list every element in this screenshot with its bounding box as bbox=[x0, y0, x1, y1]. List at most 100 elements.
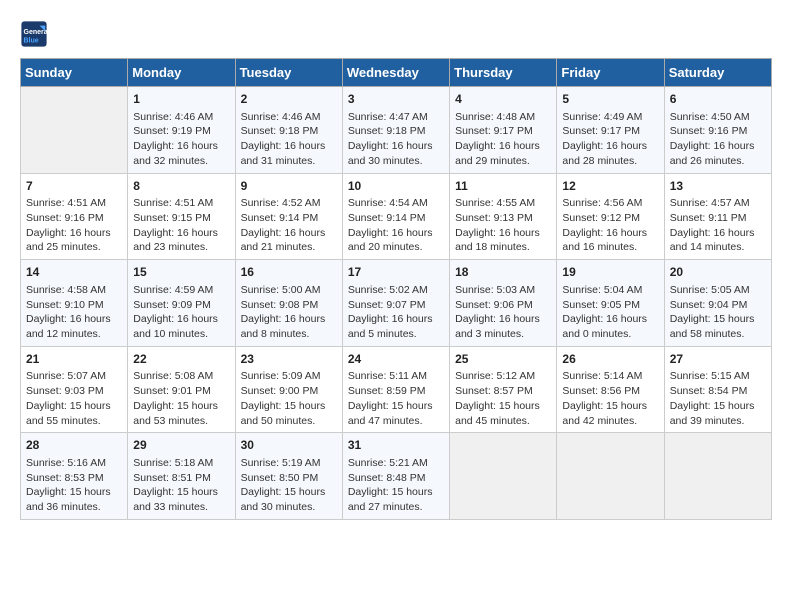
cell-line: and 5 minutes. bbox=[348, 327, 444, 342]
cell-line: Sunrise: 4:59 AM bbox=[133, 283, 229, 298]
cell-line: and 39 minutes. bbox=[670, 414, 766, 429]
day-number: 24 bbox=[348, 351, 444, 368]
cell-line: Sunrise: 4:54 AM bbox=[348, 196, 444, 211]
cell-line: and 32 minutes. bbox=[133, 154, 229, 169]
day-number: 31 bbox=[348, 437, 444, 454]
cell-line: Sunrise: 5:02 AM bbox=[348, 283, 444, 298]
cell-line: and 29 minutes. bbox=[455, 154, 551, 169]
cell-line: Sunset: 9:09 PM bbox=[133, 298, 229, 313]
cell-line: Sunset: 9:04 PM bbox=[670, 298, 766, 313]
cell-line: and 10 minutes. bbox=[133, 327, 229, 342]
cell-line: Daylight: 16 hours bbox=[455, 226, 551, 241]
cell-line: and 36 minutes. bbox=[26, 500, 122, 515]
day-number: 16 bbox=[241, 264, 337, 281]
calendar-table: SundayMondayTuesdayWednesdayThursdayFrid… bbox=[20, 58, 772, 520]
cell-line: Sunrise: 5:12 AM bbox=[455, 369, 551, 384]
calendar-cell: 20Sunrise: 5:05 AMSunset: 9:04 PMDayligh… bbox=[664, 260, 771, 347]
cell-line: and 58 minutes. bbox=[670, 327, 766, 342]
calendar-cell: 31Sunrise: 5:21 AMSunset: 8:48 PMDayligh… bbox=[342, 433, 449, 520]
cell-line: Sunset: 9:07 PM bbox=[348, 298, 444, 313]
cell-line: Sunset: 9:18 PM bbox=[241, 124, 337, 139]
cell-line: Sunrise: 5:18 AM bbox=[133, 456, 229, 471]
cell-line: Sunset: 9:08 PM bbox=[241, 298, 337, 313]
cell-line: Daylight: 15 hours bbox=[670, 312, 766, 327]
cell-line: and 18 minutes. bbox=[455, 240, 551, 255]
cell-line: and 45 minutes. bbox=[455, 414, 551, 429]
cell-line: Sunrise: 4:51 AM bbox=[133, 196, 229, 211]
calendar-cell bbox=[450, 433, 557, 520]
cell-line: and 12 minutes. bbox=[26, 327, 122, 342]
calendar-cell: 26Sunrise: 5:14 AMSunset: 8:56 PMDayligh… bbox=[557, 346, 664, 433]
day-number: 17 bbox=[348, 264, 444, 281]
calendar-cell: 19Sunrise: 5:04 AMSunset: 9:05 PMDayligh… bbox=[557, 260, 664, 347]
cell-line: Daylight: 16 hours bbox=[133, 139, 229, 154]
cell-line: Daylight: 15 hours bbox=[26, 399, 122, 414]
day-number: 3 bbox=[348, 91, 444, 108]
cell-line: and 33 minutes. bbox=[133, 500, 229, 515]
calendar-cell bbox=[557, 433, 664, 520]
cell-line: Daylight: 15 hours bbox=[241, 485, 337, 500]
cell-line: Sunrise: 5:16 AM bbox=[26, 456, 122, 471]
week-row-3: 14Sunrise: 4:58 AMSunset: 9:10 PMDayligh… bbox=[21, 260, 772, 347]
logo-icon: General Blue bbox=[20, 20, 48, 48]
day-number: 21 bbox=[26, 351, 122, 368]
day-number: 27 bbox=[670, 351, 766, 368]
cell-line: and 8 minutes. bbox=[241, 327, 337, 342]
cell-line: and 16 minutes. bbox=[562, 240, 658, 255]
cell-line: Daylight: 16 hours bbox=[562, 139, 658, 154]
calendar-cell: 2 Sunrise: 4:46 AMSunset: 9:18 PMDaylight… bbox=[235, 87, 342, 174]
cell-line: Sunrise: 4:46 AM bbox=[241, 110, 337, 125]
day-number: 29 bbox=[133, 437, 229, 454]
cell-line: Sunrise: 5:08 AM bbox=[133, 369, 229, 384]
week-row-2: 7Sunrise: 4:51 AMSunset: 9:16 PMDaylight… bbox=[21, 173, 772, 260]
cell-line: and 28 minutes. bbox=[562, 154, 658, 169]
calendar-cell: 14Sunrise: 4:58 AMSunset: 9:10 PMDayligh… bbox=[21, 260, 128, 347]
cell-line: and 21 minutes. bbox=[241, 240, 337, 255]
cell-line: Sunset: 9:16 PM bbox=[670, 124, 766, 139]
calendar-cell: 9Sunrise: 4:52 AMSunset: 9:14 PMDaylight… bbox=[235, 173, 342, 260]
cell-line: Daylight: 16 hours bbox=[670, 226, 766, 241]
cell-line: Sunset: 9:11 PM bbox=[670, 211, 766, 226]
cell-line: Sunset: 8:56 PM bbox=[562, 384, 658, 399]
day-number: 7 bbox=[26, 178, 122, 195]
day-number: 11 bbox=[455, 178, 551, 195]
cell-line: Sunset: 8:59 PM bbox=[348, 384, 444, 399]
day-number: 4 bbox=[455, 91, 551, 108]
day-number: 22 bbox=[133, 351, 229, 368]
calendar-cell: 11Sunrise: 4:55 AMSunset: 9:13 PMDayligh… bbox=[450, 173, 557, 260]
day-number: 10 bbox=[348, 178, 444, 195]
cell-line: Daylight: 16 hours bbox=[562, 226, 658, 241]
week-row-5: 28Sunrise: 5:16 AMSunset: 8:53 PMDayligh… bbox=[21, 433, 772, 520]
cell-line: Sunset: 9:00 PM bbox=[241, 384, 337, 399]
cell-line: Sunset: 9:12 PM bbox=[562, 211, 658, 226]
cell-line: Sunset: 9:03 PM bbox=[26, 384, 122, 399]
day-number: 28 bbox=[26, 437, 122, 454]
calendar-cell: 18Sunrise: 5:03 AMSunset: 9:06 PMDayligh… bbox=[450, 260, 557, 347]
cell-line: Daylight: 16 hours bbox=[241, 139, 337, 154]
calendar-cell: 12Sunrise: 4:56 AMSunset: 9:12 PMDayligh… bbox=[557, 173, 664, 260]
cell-line: Daylight: 16 hours bbox=[133, 226, 229, 241]
cell-line: Daylight: 15 hours bbox=[562, 399, 658, 414]
cell-line: Sunset: 9:18 PM bbox=[348, 124, 444, 139]
calendar-cell: 16Sunrise: 5:00 AMSunset: 9:08 PMDayligh… bbox=[235, 260, 342, 347]
cell-line: Daylight: 15 hours bbox=[26, 485, 122, 500]
cell-line: Sunrise: 5:03 AM bbox=[455, 283, 551, 298]
day-number: 2 bbox=[241, 91, 337, 108]
cell-line: Daylight: 16 hours bbox=[455, 312, 551, 327]
calendar-cell: 27Sunrise: 5:15 AMSunset: 8:54 PMDayligh… bbox=[664, 346, 771, 433]
calendar-cell: 10Sunrise: 4:54 AMSunset: 9:14 PMDayligh… bbox=[342, 173, 449, 260]
calendar-cell: 5Sunrise: 4:49 AMSunset: 9:17 PMDaylight… bbox=[557, 87, 664, 174]
day-number: 14 bbox=[26, 264, 122, 281]
cell-line: and 14 minutes. bbox=[670, 240, 766, 255]
cell-line: Daylight: 16 hours bbox=[26, 226, 122, 241]
day-number: 25 bbox=[455, 351, 551, 368]
page-header: General Blue bbox=[20, 20, 772, 48]
cell-line: and 50 minutes. bbox=[241, 414, 337, 429]
calendar-cell: 17Sunrise: 5:02 AMSunset: 9:07 PMDayligh… bbox=[342, 260, 449, 347]
cell-line: and 27 minutes. bbox=[348, 500, 444, 515]
logo: General Blue bbox=[20, 20, 52, 48]
cell-line: Sunset: 8:53 PM bbox=[26, 471, 122, 486]
cell-line: and 42 minutes. bbox=[562, 414, 658, 429]
cell-line: Sunrise: 5:21 AM bbox=[348, 456, 444, 471]
cell-line: Daylight: 15 hours bbox=[241, 399, 337, 414]
